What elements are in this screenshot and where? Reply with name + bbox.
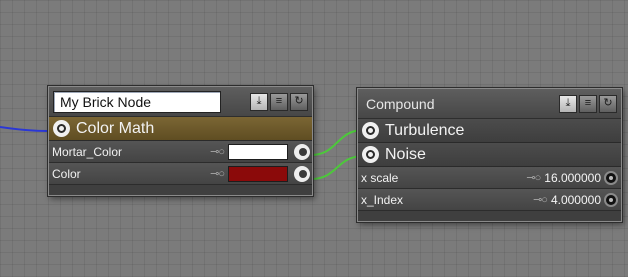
output-port-icon[interactable] [294,143,310,160]
input-port-icon[interactable] [604,170,618,185]
x-index-row[interactable]: x_Index ⊸○ 4.000000 [358,189,621,211]
mortar-color-row[interactable]: Mortar_Color ⊸○ [49,141,312,163]
color-math-title-row[interactable]: Color Math [49,117,312,141]
color-swatch[interactable] [228,165,288,182]
key-icon: ⊸○ [526,172,541,184]
brick-node-header-icons: ⤓ ≡ ↻ [250,92,308,111]
compound-node-header[interactable]: Compound ⤓ ≡ ↻ [358,89,621,119]
x-scale-label: x scale [361,170,399,185]
color-label: Color [52,166,81,181]
color-row[interactable]: Color ⊸○ [49,163,312,185]
output-port-icon[interactable] [294,165,310,182]
noise-input-row[interactable]: Noise [358,143,621,167]
target-icon[interactable] [362,146,379,163]
compound-node-body: Turbulence Noise x scale ⊸○ 16.000000 x_… [358,119,621,221]
turbulence-label: Turbulence [385,121,465,139]
compound-node[interactable]: Compound ⤓ ≡ ↻ Turbulence Noise x scale … [357,88,622,222]
key-icon: ⊸○ [210,168,225,180]
turbulence-input-row[interactable]: Turbulence [358,119,621,143]
noise-label: Noise [385,145,426,163]
color-math-title: Color Math [76,119,155,137]
target-icon[interactable] [362,122,379,139]
import-icon[interactable]: ⤓ [559,94,577,113]
import-icon[interactable]: ⤓ [250,92,268,111]
mortar-color-label: Mortar_Color [52,144,123,159]
x-index-label: x_Index [361,192,404,207]
brick-node-footer [49,185,312,195]
x-index-value[interactable]: 4.000000 [551,193,601,207]
brick-node-header[interactable]: ⤓ ≡ ↻ [49,87,312,117]
key-icon: ⊸○ [210,146,225,158]
list-icon[interactable]: ≡ [579,94,597,113]
node-name-field[interactable] [53,90,221,113]
mortar-color-swatch[interactable] [228,143,288,160]
compound-header-icons: ⤓ ≡ ↻ [559,94,617,113]
list-icon[interactable]: ≡ [270,92,288,111]
compound-title: Compound [366,95,435,112]
x-scale-value[interactable]: 16.000000 [544,171,601,185]
x-scale-row[interactable]: x scale ⊸○ 16.000000 [358,167,621,189]
key-icon: ⊸○ [533,194,548,206]
brick-node[interactable]: ⤓ ≡ ↻ Color Math Mortar_Color ⊸○ Color ⊸… [48,86,313,196]
target-icon[interactable] [53,120,70,137]
input-wire-blue [0,126,49,132]
refresh-icon[interactable]: ↻ [290,92,308,111]
input-port-icon[interactable] [604,192,618,207]
refresh-icon[interactable]: ↻ [599,94,617,113]
compound-node-footer [358,211,621,221]
brick-node-body: Color Math Mortar_Color ⊸○ Color ⊸○ [49,117,312,195]
